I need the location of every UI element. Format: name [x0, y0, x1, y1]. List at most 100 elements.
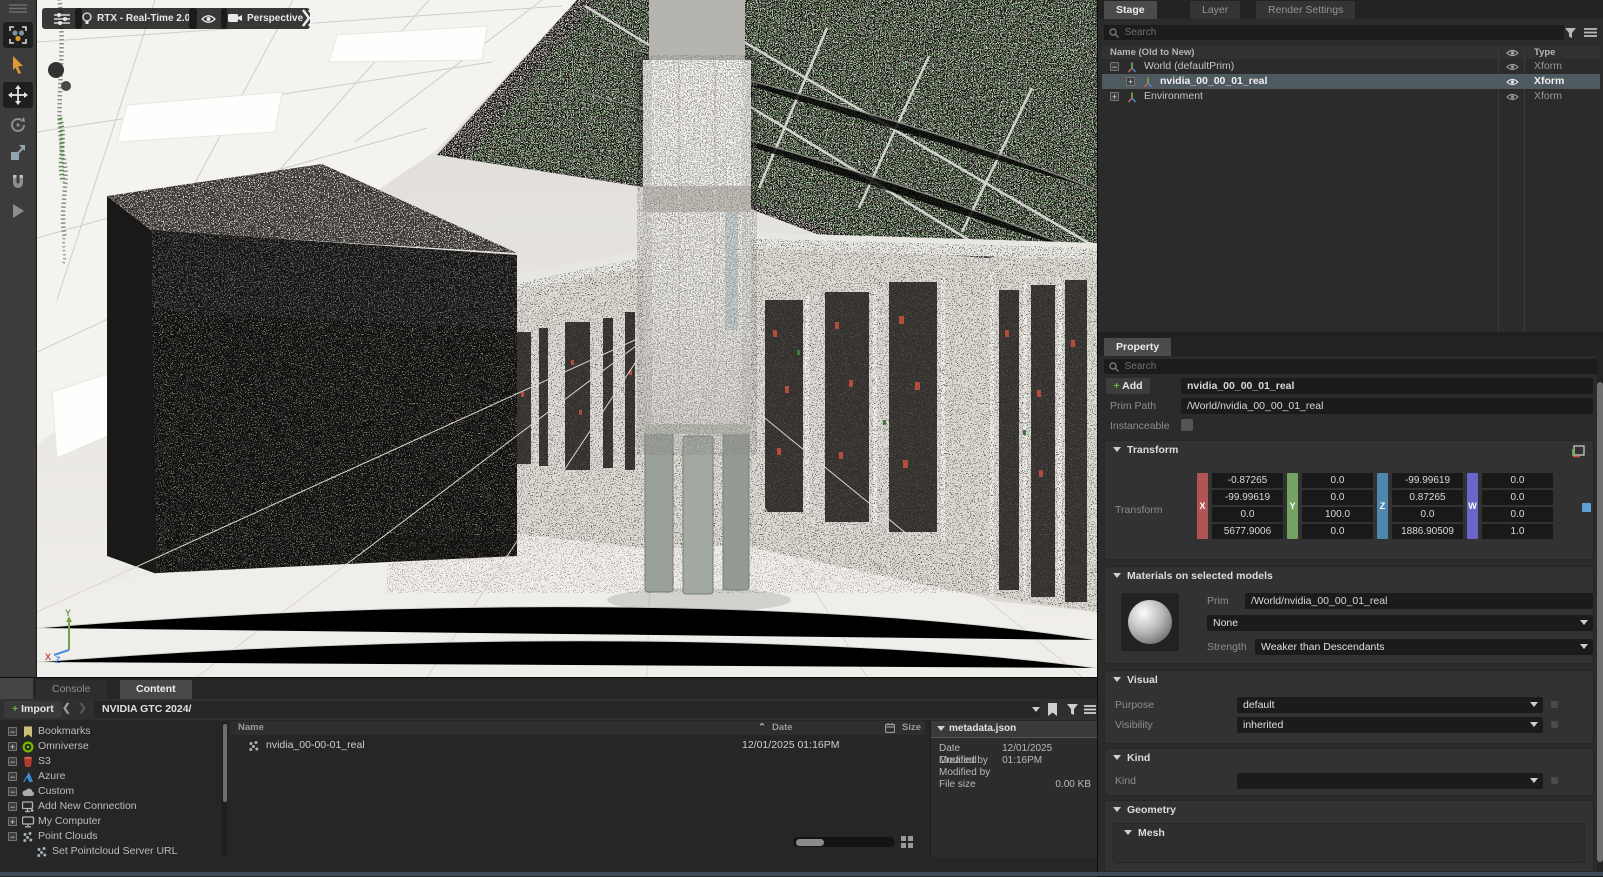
matrix-cell[interactable]: 0.0: [1482, 473, 1553, 488]
metadata-header[interactable]: metadata.json: [931, 721, 1097, 738]
expander[interactable]: +: [1126, 77, 1135, 86]
expander[interactable]: −: [8, 802, 17, 811]
snap-tool-button[interactable]: [3, 169, 33, 195]
renderer-button[interactable]: RTX - Real-Time 2.0: [75, 8, 197, 29]
view-options-icon[interactable]: [1084, 704, 1096, 715]
matrix-cell[interactable]: 0.0: [1302, 473, 1373, 488]
select-tool-button[interactable]: [3, 52, 33, 78]
matrix-cell[interactable]: 100.0: [1302, 507, 1373, 522]
sidebar-item-point-clouds[interactable]: − Point Clouds: [0, 829, 222, 844]
eye-icon[interactable]: [1506, 63, 1519, 71]
matrix-cell[interactable]: 5677.9006: [1212, 524, 1283, 539]
tab-content[interactable]: Content: [120, 680, 192, 699]
play-button[interactable]: [3, 198, 33, 224]
import-button[interactable]: + Import: [4, 701, 62, 718]
material-preview[interactable]: [1121, 593, 1179, 651]
column-name[interactable]: Name (Old to New): [1110, 46, 1194, 59]
prim-path-field[interactable]: /World/nvidia_00_00_01_real: [1181, 398, 1593, 414]
filter-icon[interactable]: [1066, 703, 1079, 716]
expander[interactable]: −: [1110, 62, 1119, 71]
visibility-dropdown[interactable]: inherited: [1237, 717, 1543, 733]
sidebar-item-set-pointcloud-server-url[interactable]: Set Pointcloud Server URL: [0, 844, 222, 859]
expander[interactable]: −: [8, 787, 17, 796]
stage-search-input[interactable]: [1123, 26, 1559, 39]
expander[interactable]: +: [8, 817, 17, 826]
thumbnail-size-slider[interactable]: [793, 837, 895, 847]
column-type[interactable]: Type: [1534, 46, 1555, 59]
selection-mode-button[interactable]: [3, 22, 33, 48]
matrix-cell[interactable]: 0.0: [1302, 524, 1373, 539]
forward-button[interactable]: ❯: [78, 702, 87, 714]
tab-layer[interactable]: Layer: [1190, 1, 1240, 19]
matrix-cell[interactable]: 0.0: [1392, 507, 1463, 522]
material-prim-field[interactable]: /World/nvidia_00_00_01_real: [1245, 593, 1593, 609]
expander[interactable]: +: [1110, 92, 1119, 101]
property-search-input[interactable]: [1123, 360, 1597, 373]
matrix-cell[interactable]: -99.99619: [1392, 473, 1463, 488]
grid-view-icon[interactable]: [901, 836, 913, 848]
matrix-cell[interactable]: -0.87265: [1212, 473, 1283, 488]
column-size[interactable]: Size: [902, 721, 921, 735]
add-property-button[interactable]: + Add: [1106, 378, 1150, 394]
column-name[interactable]: Name: [238, 721, 264, 735]
tab-render-settings[interactable]: Render Settings: [1256, 1, 1355, 19]
kind-dropdown[interactable]: [1237, 773, 1543, 789]
stage-search[interactable]: [1104, 25, 1564, 40]
file-row[interactable]: nvidia_00-00-01_real 12/01/2025 01:16PM: [230, 738, 925, 753]
bookmark-icon[interactable]: [1047, 703, 1058, 716]
expander[interactable]: −: [8, 727, 17, 736]
stage-filter-icon[interactable]: [1564, 27, 1577, 42]
sort-ascending-icon[interactable]: ⌃: [758, 721, 766, 735]
matrix-cell[interactable]: 0.0: [1482, 507, 1553, 522]
camera-button[interactable]: Perspective: [221, 8, 310, 29]
tab-stage[interactable]: Stage: [1104, 1, 1157, 19]
viewport-3d[interactable]: Y X Z RTX - Real-Time 2.0 Perspective: [37, 0, 1097, 677]
visibility-extra-control[interactable]: [1551, 721, 1558, 728]
purpose-dropdown[interactable]: default: [1237, 697, 1543, 713]
stage-row-environment[interactable]: + Environment Xform: [1102, 89, 1600, 104]
prim-name-field[interactable]: nvidia_00_00_01_real: [1181, 378, 1593, 394]
purpose-extra-control[interactable]: [1551, 701, 1558, 708]
instanceable-checkbox[interactable]: [1181, 419, 1193, 431]
sidebar-item-my-computer[interactable]: + My Computer: [0, 814, 222, 829]
stage-options-icon[interactable]: [1584, 27, 1597, 41]
matrix-cell[interactable]: 0.0: [1302, 490, 1373, 505]
material-dropdown[interactable]: None: [1207, 615, 1593, 631]
tab-property[interactable]: Property: [1104, 338, 1171, 356]
stage-row-world[interactable]: − World (defaultPrim) Xform: [1102, 59, 1600, 74]
back-button[interactable]: ❮: [62, 702, 71, 714]
sidebar-item-s3[interactable]: − S3: [0, 754, 222, 769]
matrix-cell[interactable]: 1.0: [1482, 524, 1553, 539]
matrix-cell[interactable]: 1886.90509: [1392, 524, 1463, 539]
toolbar-expand-chevrons[interactable]: [301, 8, 317, 31]
scrollbar-thumb[interactable]: [1597, 382, 1603, 862]
sidebar-item-azure[interactable]: − Azure: [0, 769, 222, 784]
path-dropdown-icon[interactable]: [1032, 707, 1040, 712]
matrix-cell[interactable]: 0.87265: [1392, 490, 1463, 505]
expander[interactable]: +: [8, 742, 17, 751]
breadcrumb[interactable]: NVIDIA GTC 2024/: [94, 701, 1040, 718]
expander[interactable]: −: [8, 832, 17, 841]
mesh-subsection[interactable]: Mesh: [1113, 823, 1585, 863]
kind-extra-control[interactable]: [1551, 777, 1558, 784]
scrollbar-thumb[interactable]: [223, 724, 227, 802]
expander[interactable]: −: [8, 772, 17, 781]
strength-dropdown[interactable]: Weaker than Descendants: [1255, 639, 1593, 655]
tab-console[interactable]: Console: [36, 680, 107, 699]
matrix-cell[interactable]: 0.0: [1212, 507, 1283, 522]
column-date[interactable]: Date: [772, 721, 793, 735]
rotate-tool-button[interactable]: [3, 112, 33, 138]
expander[interactable]: −: [8, 757, 17, 766]
property-scrollbar[interactable]: [1597, 337, 1603, 876]
slider-thumb[interactable]: [796, 839, 824, 846]
visibility-column-icon[interactable]: [1506, 49, 1519, 57]
matrix-cell[interactable]: 0.0: [1482, 490, 1553, 505]
property-search[interactable]: [1104, 359, 1602, 374]
transform-stack-icon[interactable]: [1572, 445, 1585, 458]
sidebar-item-custom[interactable]: − Custom: [0, 784, 222, 799]
scale-tool-button[interactable]: [3, 140, 33, 166]
stage-row-nvidia[interactable]: + nvidia_00_00_01_real Xform: [1102, 74, 1600, 89]
eye-icon[interactable]: [1506, 78, 1519, 86]
sidebar-item-bookmarks[interactable]: − Bookmarks: [0, 724, 222, 739]
sidebar-item-add-new-connection[interactable]: − Add New Connection: [0, 799, 222, 814]
